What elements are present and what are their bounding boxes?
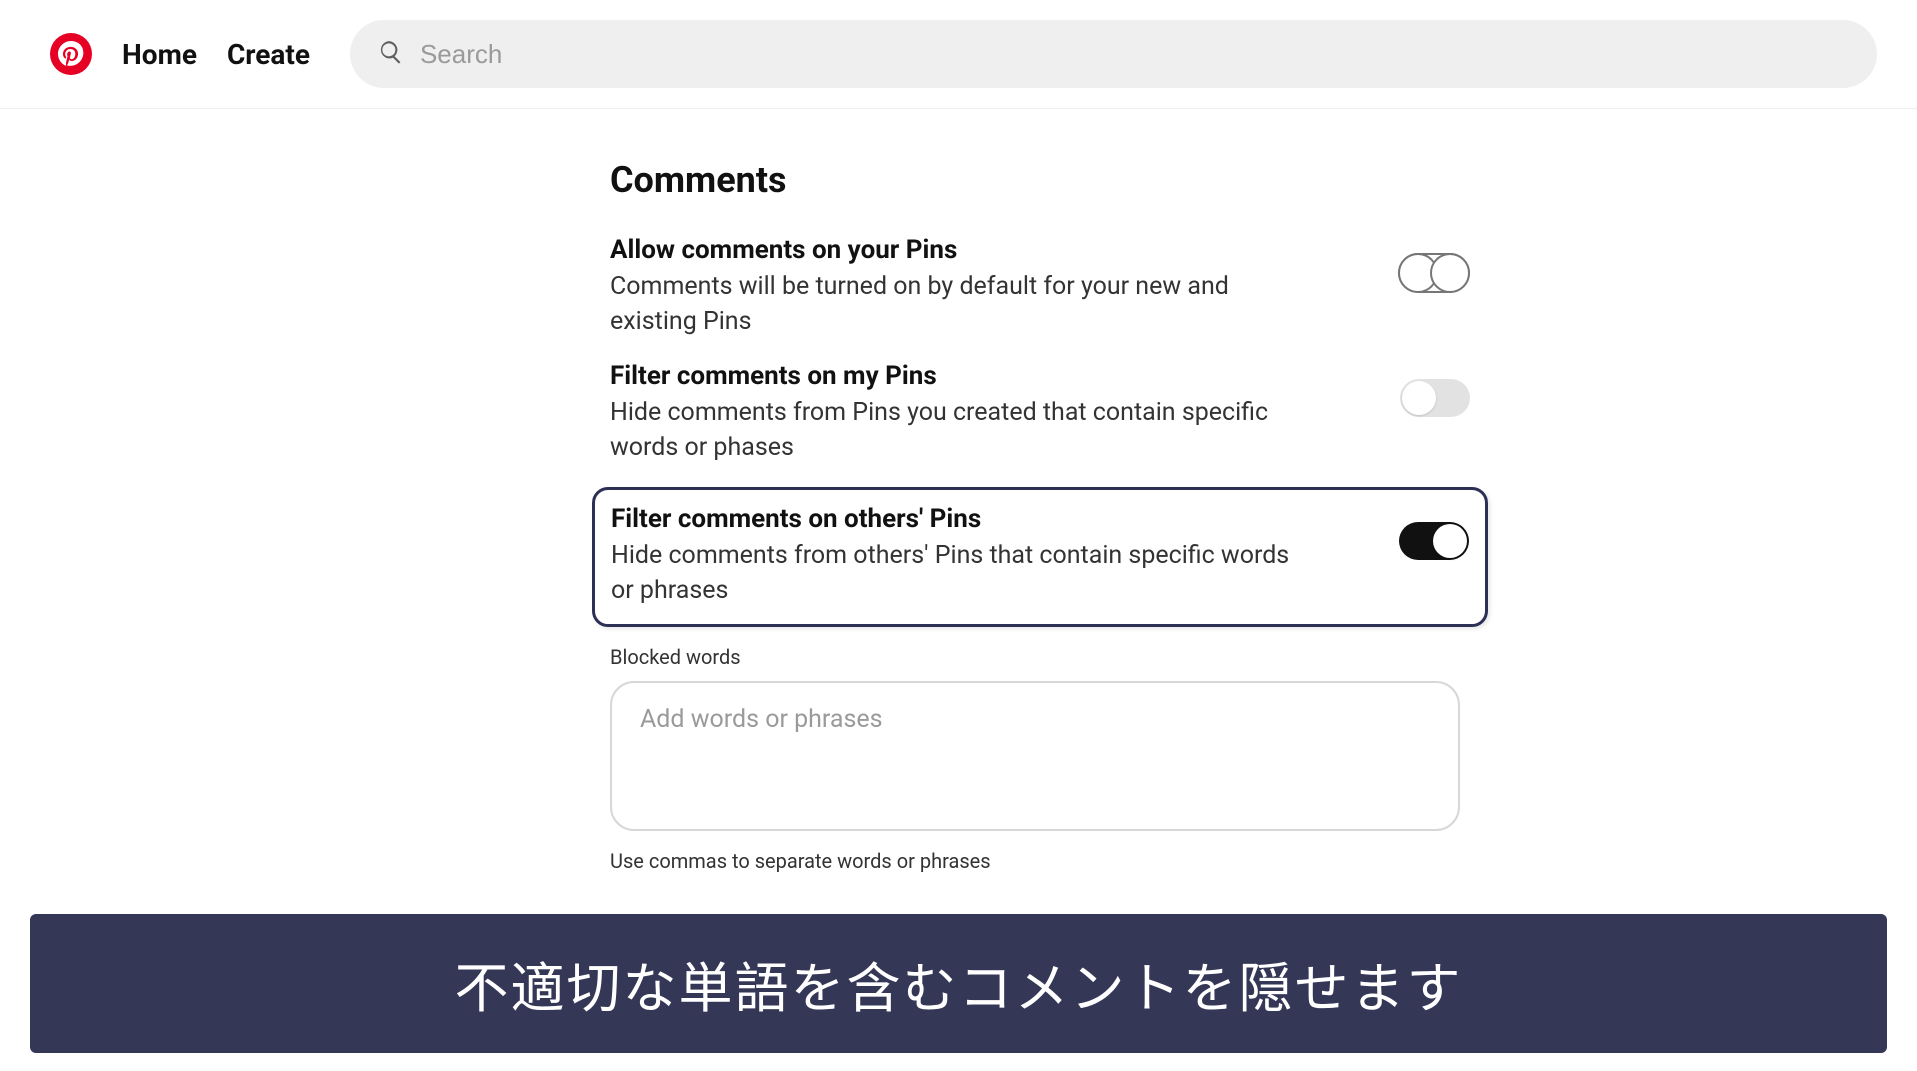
setting-filter-others-pins: Filter comments on others' Pins Hide com…: [592, 487, 1488, 627]
blocked-words-label: Blocked words: [610, 645, 1470, 669]
setting-filter-others-text: Filter comments on others' Pins Hide com…: [611, 504, 1369, 608]
setting-allow-comments-text: Allow comments on your Pins Comments wil…: [610, 235, 1368, 339]
toggle-knob: [1433, 524, 1467, 558]
setting-filter-my-text: Filter comments on my Pins Hide comments…: [610, 361, 1370, 465]
nav-create[interactable]: Create: [227, 38, 310, 71]
search-icon: [378, 39, 404, 69]
settings-panel: Comments Allow comments on your Pins Com…: [610, 159, 1470, 873]
toggle-knob: [1430, 253, 1470, 293]
section-title-comments: Comments: [610, 159, 1470, 201]
search-input[interactable]: [420, 39, 1849, 70]
setting-filter-others-desc: Hide comments from others' Pins that con…: [611, 538, 1311, 608]
main-content: Comments Allow comments on your Pins Com…: [0, 109, 1917, 873]
app-header: Home Create: [0, 0, 1917, 109]
pinterest-logo[interactable]: [50, 33, 92, 75]
blocked-words-input[interactable]: [610, 681, 1460, 831]
setting-allow-comments-desc: Comments will be turned on by default fo…: [610, 269, 1310, 339]
setting-filter-my-label: Filter comments on my Pins: [610, 361, 1370, 391]
setting-filter-my-desc: Hide comments from Pins you created that…: [610, 395, 1310, 465]
toggle-knob: [1402, 381, 1436, 415]
setting-filter-my-pins: Filter comments on my Pins Hide comments…: [610, 355, 1470, 481]
pinterest-icon: [58, 41, 84, 67]
setting-allow-comments-label: Allow comments on your Pins: [610, 235, 1368, 265]
toggle-allow-comments[interactable]: [1398, 253, 1470, 293]
setting-filter-others-label: Filter comments on others' Pins: [611, 504, 1369, 534]
search-bar[interactable]: [350, 20, 1877, 88]
blocked-words-helper: Use commas to separate words or phrases: [610, 849, 1470, 873]
nav-home[interactable]: Home: [122, 38, 197, 71]
caption-banner: 不適切な単語を含むコメントを隠せます: [30, 914, 1887, 1053]
toggle-filter-others-pins[interactable]: [1399, 522, 1469, 560]
setting-allow-comments: Allow comments on your Pins Comments wil…: [610, 229, 1470, 355]
toggle-filter-my-pins[interactable]: [1400, 379, 1470, 417]
